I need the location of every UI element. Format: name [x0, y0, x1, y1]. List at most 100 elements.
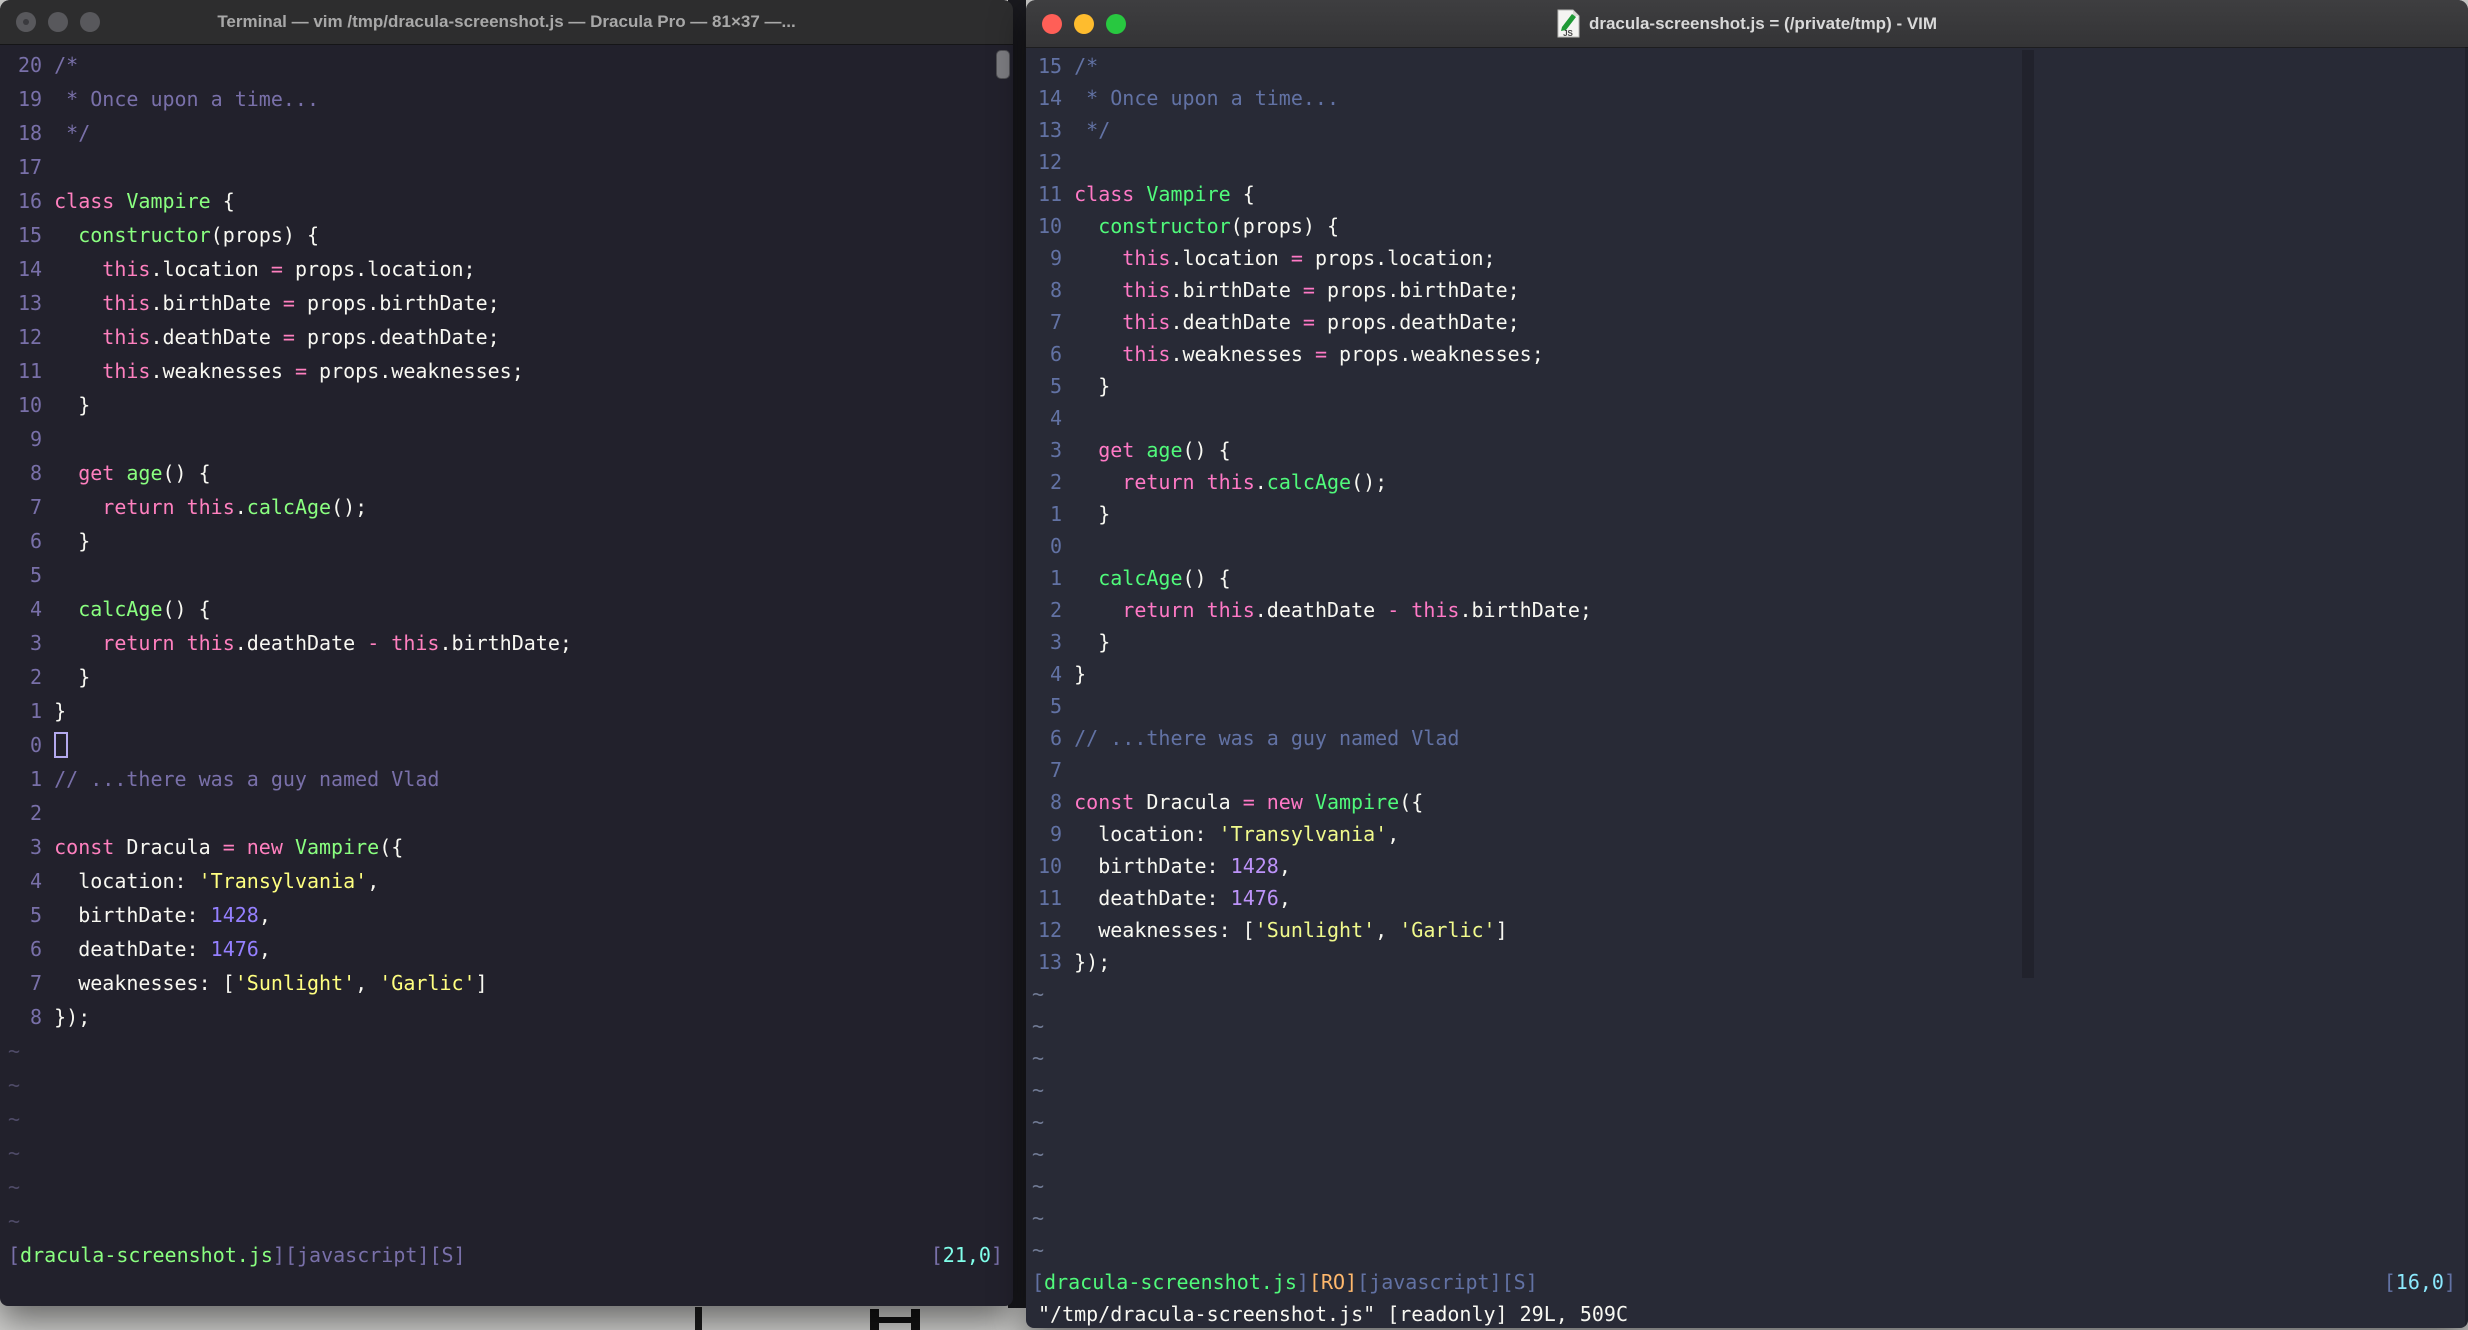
- tilde-marker: ~: [1032, 1142, 1045, 1166]
- code-token: props.location;: [282, 257, 476, 281]
- code-token: get: [1098, 438, 1147, 462]
- statusline-cursor-position: [16,0]: [2384, 1266, 2456, 1298]
- line-number: 6: [1050, 342, 1063, 366]
- code-token: }: [1074, 502, 1111, 526]
- line-number: 2: [1050, 470, 1063, 494]
- code-token: * Once upon a time...: [54, 87, 320, 111]
- terminal-window: Terminal — vim /tmp/dracula-screenshot.j…: [0, 0, 1013, 1306]
- code-token: =: [1290, 246, 1303, 270]
- code-token: 'Transylvania': [198, 869, 368, 893]
- code-token: birthDate:: [54, 903, 211, 927]
- macvim-titlebar[interactable]: JS dracula-screenshot.js = (/private/tmp…: [1026, 0, 2468, 48]
- line-number: 18: [18, 121, 43, 145]
- line-number: 20: [18, 53, 43, 77]
- code-token: 16,0: [2395, 1270, 2444, 1294]
- line-number: 10: [1038, 214, 1063, 238]
- code-line: 3 return this.deathDate - this.birthDate…: [0, 626, 1013, 660]
- code-token: return: [102, 631, 187, 655]
- terminal-titlebar[interactable]: Terminal — vim /tmp/dracula-screenshot.j…: [0, 0, 1013, 45]
- code-line: 9: [0, 422, 1013, 456]
- vim-buffer-left[interactable]: 20/* 19 * Once upon a time... 18 */17 16 cla…: [0, 48, 1013, 1306]
- line-number: 4: [30, 597, 43, 621]
- code-token: this: [102, 325, 151, 349]
- code-line: 9 this.location = props.location;: [1026, 242, 2468, 274]
- code-token: .deathDate: [234, 631, 368, 655]
- code-token: Vampire: [126, 189, 223, 213]
- line-number: 12: [1038, 918, 1063, 942]
- svg-text:JS: JS: [1563, 29, 1573, 38]
- code-line: 2 return this.deathDate - this.birthDate…: [1026, 594, 2468, 626]
- empty-buffer-line: ~: [0, 1034, 1013, 1068]
- close-button[interactable]: [1042, 13, 1062, 34]
- zoom-button[interactable]: [80, 12, 100, 32]
- line-number: 1: [30, 767, 43, 791]
- code-token: location:: [1074, 822, 1219, 846]
- vim-command-line: [0, 1272, 1013, 1306]
- close-button[interactable]: [16, 12, 36, 32]
- line-number: 11: [1038, 182, 1063, 206]
- background-window-artifact: [870, 1309, 920, 1330]
- line-number: 0: [1050, 534, 1063, 558]
- code-line: 0: [1026, 530, 2468, 562]
- line-number: 13: [1038, 118, 1063, 142]
- code-line: 10 birthDate: 1428,: [1026, 850, 2468, 882]
- code-token: (props) {: [1230, 214, 1340, 238]
- code-line: 17: [0, 150, 1013, 184]
- tilde-marker: ~: [1032, 1014, 1045, 1038]
- empty-buffer-line: ~: [1026, 1010, 2468, 1042]
- empty-buffer-line: ~: [1026, 1234, 2468, 1266]
- empty-buffer-line: ~: [1026, 1202, 2468, 1234]
- code-token: ,: [355, 971, 380, 995]
- code-token: .birthDate;: [439, 631, 572, 655]
- code-token: = new: [1242, 790, 1315, 814]
- tilde-marker: ~: [8, 1141, 21, 1165]
- empty-buffer-line: ~: [1026, 978, 2468, 1010]
- code-token: calcAge: [246, 495, 332, 519]
- code-token: 'Sunlight': [234, 971, 356, 995]
- code-token: props.weaknesses;: [1327, 342, 1544, 366]
- code-token: 'Sunlight': [1254, 918, 1376, 942]
- code-line: 8 const Dracula = new Vampire({: [1026, 786, 2468, 818]
- code-token: Dracula: [126, 835, 223, 859]
- line-number: 5: [1050, 374, 1063, 398]
- code-token: this: [391, 631, 440, 655]
- code-token: .deathDate: [1254, 598, 1388, 622]
- vim-statusline: [dracula-screenshot.js][RO][javascript][…: [1026, 1266, 2468, 1298]
- code-token: return: [1122, 598, 1207, 622]
- code-token: 1428: [210, 903, 259, 927]
- code-token: birthDate:: [1074, 854, 1231, 878]
- code-line: 3 const Dracula = new Vampire({: [0, 830, 1013, 864]
- zoom-button[interactable]: [1106, 13, 1126, 34]
- code-token: [: [1032, 1270, 1045, 1294]
- code-line: 6 // ...there was a guy named Vlad: [1026, 722, 2468, 754]
- code-token: props.location;: [1302, 246, 1496, 270]
- code-line: 19 * Once upon a time...: [0, 82, 1013, 116]
- line-number: 2: [1050, 598, 1063, 622]
- line-number: 10: [1038, 854, 1063, 878]
- code-token: }: [1074, 662, 1087, 686]
- macvim-document-icon: JS: [1557, 9, 1580, 38]
- code-token: ,: [1375, 918, 1400, 942]
- code-token: ,: [367, 869, 380, 893]
- code-token: props.deathDate;: [1314, 310, 1520, 334]
- code-token: 'Garlic': [379, 971, 476, 995]
- vim-buffer-right[interactable]: 15/* 14 * Once upon a time... 13 */12 11 cla…: [1026, 50, 2468, 1328]
- code-token: /*: [1074, 54, 1099, 78]
- line-number: 15: [18, 223, 43, 247]
- code-token: ][javascript][S]: [272, 1243, 466, 1267]
- empty-buffer-line: ~: [1026, 1042, 2468, 1074]
- code-line: 11 class Vampire {: [1026, 178, 2468, 210]
- window-title: dracula-screenshot.js = (/private/tmp) -…: [1588, 13, 1938, 33]
- line-number: 0: [30, 733, 43, 757]
- statusline-file-info: [dracula-screenshot.js][javascript][S]: [8, 1238, 466, 1272]
- scrollbar-thumb[interactable]: [996, 50, 1010, 79]
- line-number: 4: [30, 869, 43, 893]
- line-number: 7: [1050, 310, 1063, 334]
- code-token: this: [1206, 470, 1255, 494]
- minimize-button[interactable]: [1074, 13, 1094, 34]
- minimize-button[interactable]: [48, 12, 68, 32]
- code-token: this: [1122, 342, 1171, 366]
